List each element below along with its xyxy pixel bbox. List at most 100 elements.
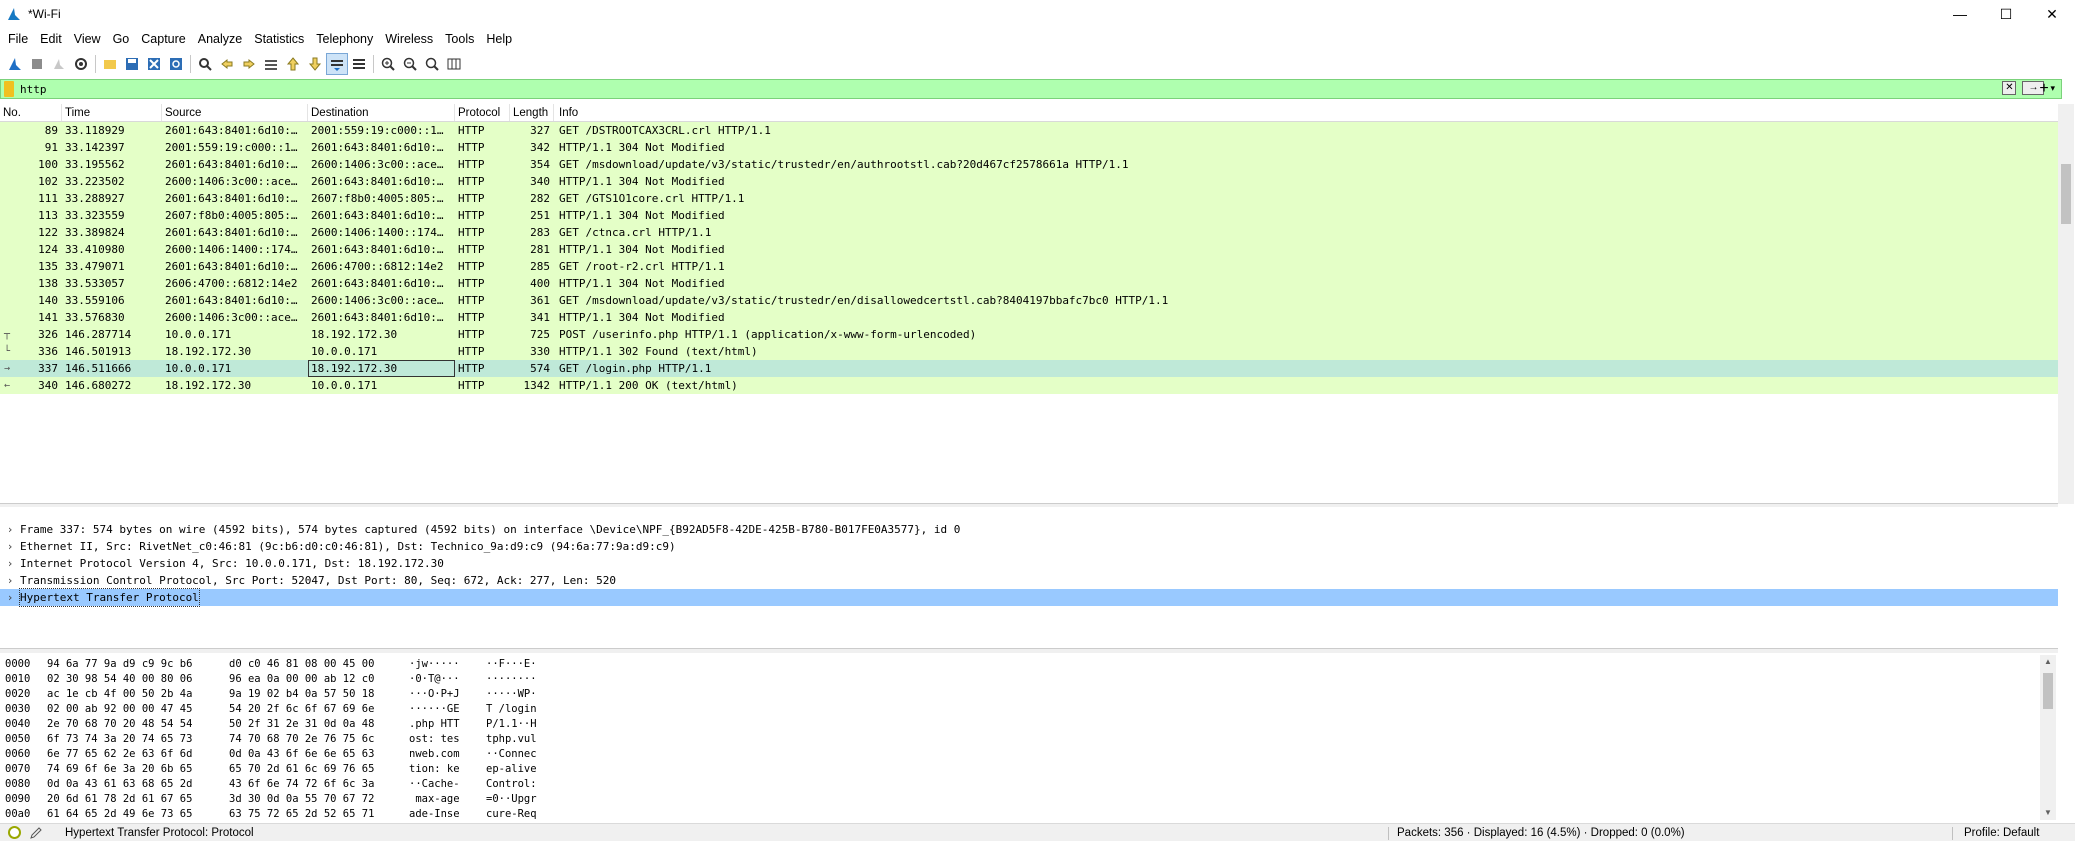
detail-row-ipv4[interactable]: › Internet Protocol Version 4, Src: 10.0.…	[0, 555, 2058, 572]
filter-bookmark-icon[interactable]	[4, 81, 14, 97]
expand-chevron-icon[interactable]: ›	[0, 555, 20, 572]
column-header-no[interactable]: No.	[0, 104, 62, 121]
packet-protocol: HTTP	[458, 175, 485, 188]
menu-help[interactable]: Help	[480, 28, 518, 50]
expand-chevron-icon[interactable]: ›	[0, 521, 20, 538]
scroll-down-icon[interactable]: ▼	[2040, 806, 2056, 820]
bytes-row[interactable]: 0060 6e 77 65 62 2e 63 6f 6d 0d 0a 43 6f 6…	[0, 747, 2040, 762]
close-button[interactable]: ✕	[2029, 0, 2075, 28]
go-last-icon[interactable]	[304, 53, 326, 75]
detail-row-tcp[interactable]: › Transmission Control Protocol, Src Port…	[0, 572, 2058, 589]
menu-statistics[interactable]: Statistics	[248, 28, 310, 50]
column-header-time[interactable]: Time	[62, 104, 162, 121]
bytes-row[interactable]: 0080 0d 0a 43 61 63 68 65 2d 43 6f 6e 74 7…	[0, 777, 2040, 792]
expand-chevron-icon[interactable]: ›	[0, 538, 20, 555]
packet-row[interactable]: └ 336 146.501913 18.192.172.30 10.0.0.171 HTT…	[0, 343, 2058, 360]
minimize-button[interactable]: —	[1937, 0, 1983, 28]
bytes-row[interactable]: 0050 6f 73 74 3a 20 74 65 73 74 70 68 70 2…	[0, 732, 2040, 747]
find-packet-icon[interactable]	[194, 53, 216, 75]
expert-info-led-icon[interactable]	[8, 826, 21, 839]
packet-row[interactable]: 138 33.533057 2606:4700::6812:14e2 2601:643…	[0, 275, 2058, 292]
column-header-destination[interactable]: Destination	[308, 104, 455, 121]
packet-row[interactable]: 135 33.479071 2601:643:8401:6d10:… 2606:470…	[0, 258, 2058, 275]
packet-row[interactable]: 124 33.410980 2600:1406:1400::174… 2601:643…	[0, 241, 2058, 258]
menu-view[interactable]: View	[68, 28, 107, 50]
menu-wireless[interactable]: Wireless	[379, 28, 439, 50]
normal-size-icon[interactable]	[421, 53, 443, 75]
packet-list-scrollbar[interactable]	[2058, 104, 2074, 504]
pane-splitter[interactable]	[0, 648, 2058, 653]
scrollbar-thumb[interactable]	[2061, 164, 2071, 224]
zoom-in-icon[interactable]	[377, 53, 399, 75]
restart-icon[interactable]	[48, 53, 70, 75]
menu-analyze[interactable]: Analyze	[192, 28, 248, 50]
packet-row[interactable]: 111 33.288927 2601:643:8401:6d10:… 2607:f8b…	[0, 190, 2058, 207]
packet-row[interactable]: 141 33.576830 2600:1406:3c00::ace… 2601:643…	[0, 309, 2058, 326]
menu-tools[interactable]: Tools	[439, 28, 480, 50]
save-file-icon[interactable]	[121, 53, 143, 75]
scroll-up-icon[interactable]: ▲	[2040, 655, 2056, 669]
zoom-out-icon[interactable]	[399, 53, 421, 75]
ascii-bytes: ······GE	[409, 703, 460, 715]
stop-square-icon[interactable]	[26, 53, 48, 75]
bytes-row[interactable]: 0090 20 6d 61 78 2d 61 67 65 3d 30 0d 0a 5…	[0, 792, 2040, 807]
go-to-packet-icon[interactable]	[260, 53, 282, 75]
bytes-row[interactable]: 0010 02 30 98 54 40 00 80 06 96 ea 0a 00 0…	[0, 672, 2040, 687]
go-forward-icon[interactable]	[238, 53, 260, 75]
clear-filter-icon[interactable]: ✕	[2002, 81, 2017, 95]
menu-file[interactable]: File	[2, 28, 34, 50]
scrollbar-thumb[interactable]	[2043, 673, 2053, 709]
bytes-row[interactable]: 0000 94 6a 77 9a d9 c9 9c b6 d0 c0 46 81 0…	[0, 657, 2040, 672]
auto-scroll-icon[interactable]	[326, 53, 348, 75]
reload-file-icon[interactable]	[165, 53, 187, 75]
packet-row[interactable]: → 337 146.511666 10.0.0.171 18.192.172.30 HTT…	[0, 360, 2058, 377]
bytes-scrollbar[interactable]: ▲ ▼	[2040, 655, 2056, 820]
packet-row[interactable]: 113 33.323559 2607:f8b0:4005:805:… 2601:643…	[0, 207, 2058, 224]
go-first-icon[interactable]	[282, 53, 304, 75]
bytes-row[interactable]: 00a0 61 64 65 2d 49 6e 73 65 63 75 72 65 2…	[0, 807, 2040, 820]
byte-offset: 0080	[5, 778, 31, 790]
detail-row-frame[interactable]: › Frame 337: 574 bytes on wire (4592 bits…	[0, 521, 2058, 538]
column-header-info[interactable]: Info	[554, 104, 2058, 121]
maximize-button[interactable]: ☐	[1983, 0, 2029, 28]
bytes-row[interactable]: 0070 74 69 6f 6e 3a 20 6b 65 65 70 2d 61 6…	[0, 762, 2040, 777]
column-header-protocol[interactable]: Protocol	[455, 104, 510, 121]
column-header-source[interactable]: Source	[162, 104, 308, 121]
status-profile[interactable]: Profile: Default	[1964, 827, 2039, 839]
packet-row[interactable]: 100 33.195562 2601:643:8401:6d10:… 2600:140…	[0, 156, 2058, 173]
bytes-row[interactable]: 0020 ac 1e cb 4f 00 50 2b 4a 9a 19 02 b4 0…	[0, 687, 2040, 702]
add-filter-button[interactable]: +	[2034, 79, 2054, 99]
detail-row-http[interactable]: › Hypertext Transfer Protocol	[0, 588, 2058, 607]
packet-row[interactable]: 102 33.223502 2600:1406:3c00::ace… 2601:643…	[0, 173, 2058, 190]
menu-go[interactable]: Go	[107, 28, 136, 50]
menu-capture[interactable]: Capture	[135, 28, 191, 50]
capture-options-icon[interactable]	[70, 53, 92, 75]
shark-fin-start-icon[interactable]	[4, 53, 26, 75]
bytes-row[interactable]: 0040 2e 70 68 70 20 48 54 54 50 2f 31 2e 3…	[0, 717, 2040, 732]
pane-splitter[interactable]	[0, 503, 2058, 507]
edit-comment-icon[interactable]	[29, 826, 43, 840]
menu-edit[interactable]: Edit	[34, 28, 68, 50]
toolbar-separator	[373, 55, 374, 73]
packet-row[interactable]: 140 33.559106 2601:643:8401:6d10:… 2600:140…	[0, 292, 2058, 309]
packet-length: 341	[530, 311, 550, 324]
expand-chevron-icon[interactable]: ›	[0, 572, 20, 589]
open-file-icon[interactable]	[99, 53, 121, 75]
column-header-length[interactable]: Length	[510, 104, 554, 121]
colorize-icon[interactable]	[348, 53, 370, 75]
packet-row[interactable]: ┬ 326 146.287714 10.0.0.171 18.192.172.30 HTT…	[0, 326, 2058, 343]
menu-telephony[interactable]: Telephony	[310, 28, 379, 50]
close-file-icon[interactable]	[143, 53, 165, 75]
expand-chevron-icon[interactable]: ›	[0, 589, 20, 606]
resize-columns-icon[interactable]	[443, 53, 465, 75]
packet-row[interactable]: ← 340 146.680272 18.192.172.30 10.0.0.171 HTT…	[0, 377, 2058, 394]
go-back-icon[interactable]	[216, 53, 238, 75]
packet-row[interactable]: 91 33.142397 2001:559:19:c000::1… 2601:643:…	[0, 139, 2058, 156]
packet-row[interactable]: 122 33.389824 2601:643:8401:6d10:… 2600:140…	[0, 224, 2058, 241]
packet-row[interactable]: 89 33.118929 2601:643:8401:6d10:… 2001:559:…	[0, 122, 2058, 139]
display-filter-input[interactable]	[20, 82, 1960, 96]
detail-row-ethernet[interactable]: › Ethernet II, Src: RivetNet_c0:46:81 (9c…	[0, 538, 2058, 555]
packet-destination: 10.0.0.171	[311, 379, 378, 392]
packet-time: 33.195562	[65, 158, 125, 171]
bytes-row[interactable]: 0030 02 00 ab 92 00 00 47 45 54 20 2f 6c 6…	[0, 702, 2040, 717]
